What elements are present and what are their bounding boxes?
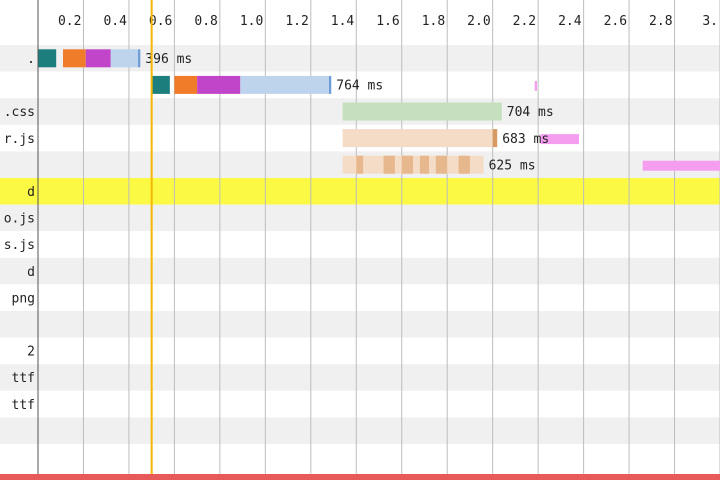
bar-segment-receive: [435, 155, 448, 174]
request-label: r.js: [4, 132, 35, 147]
bar-segment-dns: [38, 49, 57, 68]
row-background: [0, 390, 720, 418]
bar-segment-receive: [458, 155, 470, 174]
bar-segment-receive: [138, 49, 141, 68]
row-background: [0, 257, 720, 285]
request-label: .css: [4, 105, 35, 120]
bar-segment-receive: [492, 129, 498, 148]
request-label: png: [12, 291, 35, 306]
x-tick-label: 1.0: [240, 14, 263, 29]
x-axis-ticks: 0.2 0.4 0.6 0.8 1.0 1.2 1.4 1.6 1.8 2.0 2.2 2.4 2.6 2…: [58, 14, 718, 29]
request-label: 2: [27, 345, 35, 360]
x-tick-label: 2.2: [513, 14, 536, 29]
bar-segment-receive: [383, 155, 395, 174]
bar-segment-receive: [419, 155, 430, 174]
duration-label: 625 ms: [489, 158, 536, 173]
bar-segment-wait: [342, 129, 493, 148]
bar-segment-dns: [151, 75, 170, 94]
x-tick-label: 2.0: [467, 14, 490, 29]
row-background: [0, 311, 720, 338]
x-tick-label: 2.8: [649, 14, 672, 29]
x-tick-label: 2.6: [604, 14, 627, 29]
request-label: d: [27, 265, 35, 280]
x-tick-label: 0.8: [194, 14, 217, 29]
bar-segment-wait: [110, 49, 139, 68]
bar-segment-connect: [174, 75, 198, 94]
bottom-status-bar: [0, 474, 720, 480]
x-tick-label: 2.4: [558, 14, 582, 29]
bar-extra-js-execution: [534, 80, 537, 91]
x-tick-label: 3.: [702, 14, 718, 29]
x-tick-label: 0.2: [58, 14, 81, 29]
x-tick-label: 1.8: [422, 14, 445, 29]
x-tick-label: 1.4: [331, 14, 355, 29]
row-highlight: [0, 178, 720, 205]
row-background: [0, 204, 720, 232]
bar-segment-ssl: [85, 49, 111, 68]
bar-segment-wait: [342, 102, 502, 121]
row-background: [0, 337, 720, 365]
row-background: [0, 444, 720, 471]
request-label: ttf: [12, 371, 35, 386]
row-background: [0, 364, 720, 391]
bar-segment-receive: [328, 75, 332, 94]
bar-segment-connect: [63, 49, 86, 68]
request-label: d: [27, 185, 35, 200]
duration-label: 704 ms: [507, 105, 554, 120]
row-background: [0, 231, 720, 258]
request-label: s.js: [4, 238, 35, 253]
bar-segment-receive: [401, 155, 414, 174]
duration-label: 683 ms: [502, 132, 549, 147]
x-tick-label: 0.4: [103, 14, 127, 29]
waterfall-chart: 0.2 0.4 0.6 0.8 1.0 1.2 1.4 1.6 1.8 2.0 2.2 2.4 2.6 2…: [0, 0, 720, 480]
x-tick-label: 1.6: [376, 14, 399, 29]
bar-segment-wait: [240, 75, 329, 94]
request-label: .: [27, 52, 35, 67]
bar-segment-receive: [356, 155, 364, 174]
duration-label: 764 ms: [336, 79, 383, 94]
bar-extra-js-execution: [642, 160, 720, 171]
row-background: [0, 417, 720, 444]
row-background: [0, 284, 720, 311]
x-tick-label: 1.2: [285, 14, 308, 29]
request-label: o.js: [4, 212, 35, 227]
request-label: ttf: [12, 398, 35, 413]
bar-segment-ssl: [197, 75, 241, 94]
